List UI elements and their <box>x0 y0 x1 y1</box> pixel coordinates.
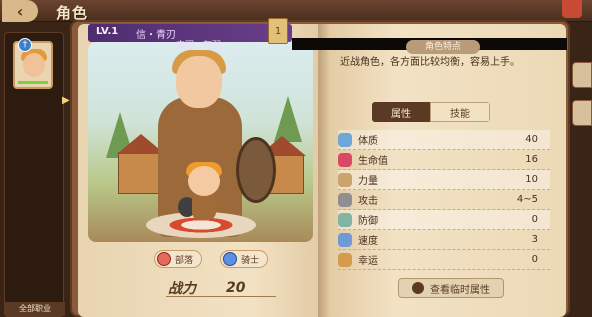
stat-row: 体质 40 <box>338 130 550 150</box>
stat-name: 攻击 <box>358 196 378 207</box>
stat-name: 速度 <box>358 236 378 247</box>
speed-icon <box>338 232 352 247</box>
side-tab[interactable] <box>572 100 592 126</box>
view-temp-attributes-button[interactable]: 查看临时属性 <box>398 278 504 298</box>
stat-value: 0 <box>531 214 538 225</box>
portrait-hp-bar <box>18 81 48 84</box>
shield-icon <box>338 212 352 227</box>
stat-row: 攻击 4~5 <box>338 190 550 210</box>
button-label: 查看临时属性 <box>430 284 490 296</box>
stat-value: 4~5 <box>516 194 538 205</box>
description: 近战角色，各方面比较均衡，容易上手。 <box>340 57 520 68</box>
stat-name: 体质 <box>358 136 378 147</box>
stat-value: 10 <box>525 174 538 185</box>
character-art <box>88 42 313 242</box>
selected-indicator-icon: ▶ <box>62 95 70 106</box>
tabs: 属性 技能 <box>372 102 490 122</box>
stat-row: 幸运 0 <box>338 250 550 270</box>
stat-row: 防御 0 <box>338 210 550 230</box>
bookmark-number: 1 <box>274 26 282 37</box>
book-spine <box>318 24 330 317</box>
luck-icon <box>338 252 352 267</box>
class-icon <box>223 252 237 266</box>
stat-value: 3 <box>531 234 538 245</box>
stat-row: 速度 3 <box>338 230 550 250</box>
bookmark-star-icon: 1 <box>268 18 288 44</box>
tag-label: 部落 <box>175 255 194 266</box>
stat-name: 幸运 <box>358 256 378 267</box>
tag-class[interactable]: 骑士 <box>220 250 269 268</box>
tag-label: 骑士 <box>241 255 260 266</box>
hero-head <box>176 56 222 108</box>
hero-shield <box>236 137 276 203</box>
top-bar: ‹ 角色 <box>0 0 592 22</box>
stat-row: 生命值 16 <box>338 150 550 170</box>
power-value: 20 <box>226 280 246 296</box>
back-arrow-icon: ‹ <box>16 1 24 21</box>
tag-faction[interactable]: 部落 <box>154 250 203 268</box>
title-text: 信・青刃 <box>136 30 176 41</box>
top-right-ribbon <box>562 0 582 18</box>
power-underline <box>166 296 276 297</box>
filter-all-classes[interactable]: 全部职业 <box>5 302 65 316</box>
stat-name: 生命值 <box>358 156 388 167</box>
trait-title: 角色特点 <box>406 40 480 54</box>
side-tab[interactable] <box>572 62 592 88</box>
stats-list: 体质 40 生命值 16 力量 10 攻击 4~5 防御 0 速度 3 幸运 0 <box>338 130 550 270</box>
level-text: LV.1 <box>96 26 119 37</box>
subtitle-text: 素因・灰羽 <box>176 41 222 51</box>
stat-value: 0 <box>531 254 538 265</box>
chibi-head <box>188 166 220 196</box>
portrait-face <box>23 53 45 77</box>
tab-skills[interactable]: 技能 <box>430 102 490 122</box>
faction-icon <box>157 252 171 266</box>
sword-icon <box>338 192 352 207</box>
hero-rail: † ▶ 全部职业 <box>4 32 70 317</box>
stamina-icon <box>338 132 352 147</box>
stat-value: 40 <box>525 134 538 145</box>
tab-attributes[interactable]: 属性 <box>372 102 430 122</box>
stat-row: 力量 10 <box>338 170 550 190</box>
stat-value: 16 <box>525 154 538 165</box>
stat-name: 防御 <box>358 216 378 227</box>
magnifier-icon <box>412 282 424 294</box>
back-button[interactable]: ‹ <box>2 0 38 22</box>
fist-icon <box>338 172 352 187</box>
power-label: 战力 <box>168 281 196 297</box>
stat-name: 力量 <box>358 176 378 187</box>
heart-icon <box>338 152 352 167</box>
class-badge-icon: † <box>18 38 32 52</box>
